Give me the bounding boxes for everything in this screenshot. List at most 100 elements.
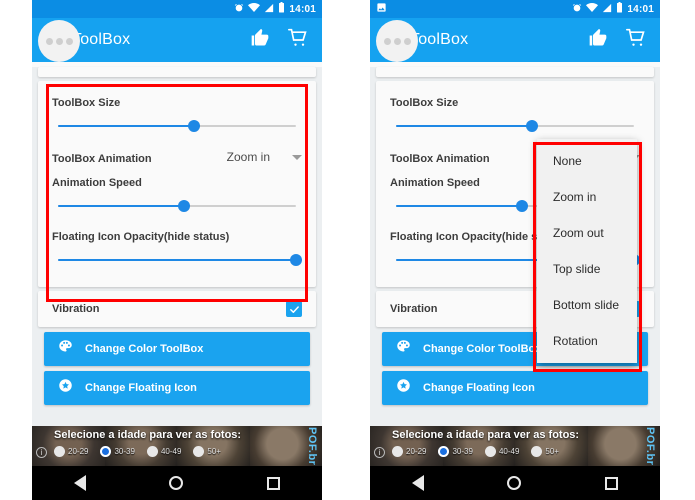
animation-speed-slider[interactable] (58, 195, 296, 217)
shopping-cart-icon[interactable] (626, 28, 646, 53)
slider-thumb[interactable] (290, 254, 302, 266)
status-time: 14:01 (289, 3, 316, 15)
slider-thumb[interactable] (525, 120, 538, 132)
ad-option[interactable]: 30-39 (438, 446, 473, 457)
radio-button[interactable] (54, 446, 65, 457)
thumbs-up-icon[interactable] (588, 28, 608, 53)
back-triangle-icon[interactable] (411, 475, 424, 491)
animation-dropdown-menu[interactable]: None Zoom in Zoom out Top slide Bottom s… (537, 139, 637, 363)
ad-option[interactable]: 50+ (531, 446, 559, 457)
home-circle-icon[interactable] (169, 476, 184, 490)
slider-fill (396, 205, 523, 207)
ad-option[interactable]: 20-29 (392, 446, 426, 457)
app-bar-actions (250, 28, 312, 53)
ad-headline: Selecione a idade para ver as fotos: (392, 429, 580, 441)
change-color-toolbox-button[interactable]: Change Color ToolBox (44, 332, 310, 366)
slider-thumb[interactable] (187, 120, 200, 132)
radio-button-selected[interactable] (438, 446, 450, 457)
card-stub-top (376, 67, 654, 77)
slider-thumb[interactable] (178, 200, 191, 212)
slider-fill (58, 205, 185, 207)
toolbox-size-slider[interactable] (396, 115, 634, 137)
ad-option[interactable]: 40-49 (484, 446, 520, 457)
recents-square-icon[interactable] (267, 476, 281, 490)
ad-option-label: 30-39 (452, 447, 473, 456)
ad-banner-right[interactable]: i Selecione a idade para ver as fotos: 2… (370, 426, 660, 466)
signal-bars-icon (264, 0, 274, 18)
ad-age-options[interactable]: 20-29 30-39 40-49 50+ (54, 446, 221, 457)
wifi-icon (248, 0, 261, 18)
menu-item-zoom-out[interactable]: Zoom out (537, 215, 637, 251)
app-bar-right: ToolBox (370, 18, 660, 62)
shopping-cart-icon[interactable] (288, 28, 308, 53)
radio-button[interactable] (193, 446, 205, 457)
toolbox-animation-row[interactable]: ToolBox Animation Zoom in (52, 139, 302, 171)
back-triangle-icon[interactable] (73, 475, 86, 491)
floating-opacity-slider[interactable] (58, 249, 302, 271)
animation-spinner[interactable]: Zoom in (227, 150, 302, 164)
radio-button[interactable] (484, 446, 496, 457)
status-bar-left: 14:01 (32, 0, 322, 18)
radio-button-selected[interactable] (100, 446, 112, 457)
image-screenshot-icon (376, 0, 387, 18)
toolbox-size-slider[interactable] (58, 115, 296, 137)
ad-brand-label: POF.br (306, 426, 318, 466)
info-icon[interactable]: i (36, 447, 47, 458)
menu-item-none[interactable]: None (537, 143, 637, 179)
palette-icon (396, 339, 411, 359)
app-bar-actions (588, 28, 650, 53)
app-title: ToolBox (72, 31, 131, 48)
toolbox-animation-label: ToolBox Animation (52, 153, 152, 165)
card-stub-top (38, 67, 316, 77)
thumbs-up-icon[interactable] (250, 28, 270, 53)
change-floating-icon-button[interactable]: Change Floating Icon (382, 371, 648, 405)
vibration-label: Vibration (390, 303, 438, 315)
ad-option-label: 40-49 (498, 447, 520, 456)
ad-option[interactable]: 40-49 (146, 446, 182, 457)
ad-option-label: 40-49 (160, 447, 182, 456)
change-floating-icon-label: Change Floating Icon (423, 382, 535, 394)
status-bar-right-icons: 14:01 (234, 0, 316, 18)
radio-button[interactable] (146, 446, 158, 457)
ad-option[interactable]: 20-29 (54, 446, 88, 457)
ad-option[interactable]: 50+ (193, 446, 221, 457)
info-icon[interactable]: i (374, 447, 385, 458)
ad-option[interactable]: 30-39 (100, 446, 135, 457)
chevron-down-icon[interactable] (292, 154, 302, 160)
ad-banner-left[interactable]: i Selecione a idade para ver as fotos: 2… (32, 426, 322, 466)
slider-thumb[interactable] (516, 200, 529, 212)
toolbox-animation-label: ToolBox Animation (390, 153, 490, 165)
menu-item-bottom-slide[interactable]: Bottom slide (537, 287, 637, 323)
menu-item-rotation[interactable]: Rotation (537, 323, 637, 359)
ad-brand-label: POF.br (644, 426, 656, 466)
star-circle-icon (396, 378, 411, 398)
screenshot-stage: 14:01 ToolBox ToolBox Size ToolBox Anima… (0, 0, 695, 500)
status-bar-right: 14:01 (370, 0, 660, 18)
wifi-icon (586, 0, 599, 18)
toolbox-size-label: ToolBox Size (52, 97, 121, 109)
ad-headline: Selecione a idade para ver as fotos: (54, 429, 242, 441)
ad-age-options[interactable]: 20-29 30-39 40-49 50+ (392, 446, 559, 457)
home-circle-icon[interactable] (507, 476, 522, 490)
android-nav-bar-left (32, 466, 322, 500)
radio-button[interactable] (392, 446, 403, 457)
slider-fill (58, 259, 296, 261)
status-bar-left-icons (376, 0, 572, 18)
menu-item-zoom-in[interactable]: Zoom in (537, 179, 637, 215)
vibration-card[interactable]: Vibration (38, 291, 316, 327)
three-dots-circle-icon (38, 20, 80, 62)
ad-option-label: 30-39 (114, 447, 135, 456)
menu-item-top-slide[interactable]: Top slide (537, 251, 637, 287)
star-circle-icon (58, 378, 73, 398)
change-color-toolbox-label: Change Color ToolBox (85, 343, 204, 355)
vibration-checkbox[interactable] (286, 301, 302, 317)
app-title: ToolBox (410, 31, 469, 48)
android-nav-bar-right (370, 466, 660, 500)
animation-selected-value: Zoom in (226, 150, 270, 164)
settings-content-right: ToolBox Size ToolBox Animation Animation… (370, 67, 660, 427)
recents-square-icon[interactable] (605, 476, 619, 490)
alarm-clock-icon (234, 0, 244, 18)
radio-button[interactable] (531, 446, 543, 457)
phone-panel-left: 14:01 ToolBox ToolBox Size ToolBox Anima… (32, 0, 322, 500)
change-floating-icon-button[interactable]: Change Floating Icon (44, 371, 310, 405)
